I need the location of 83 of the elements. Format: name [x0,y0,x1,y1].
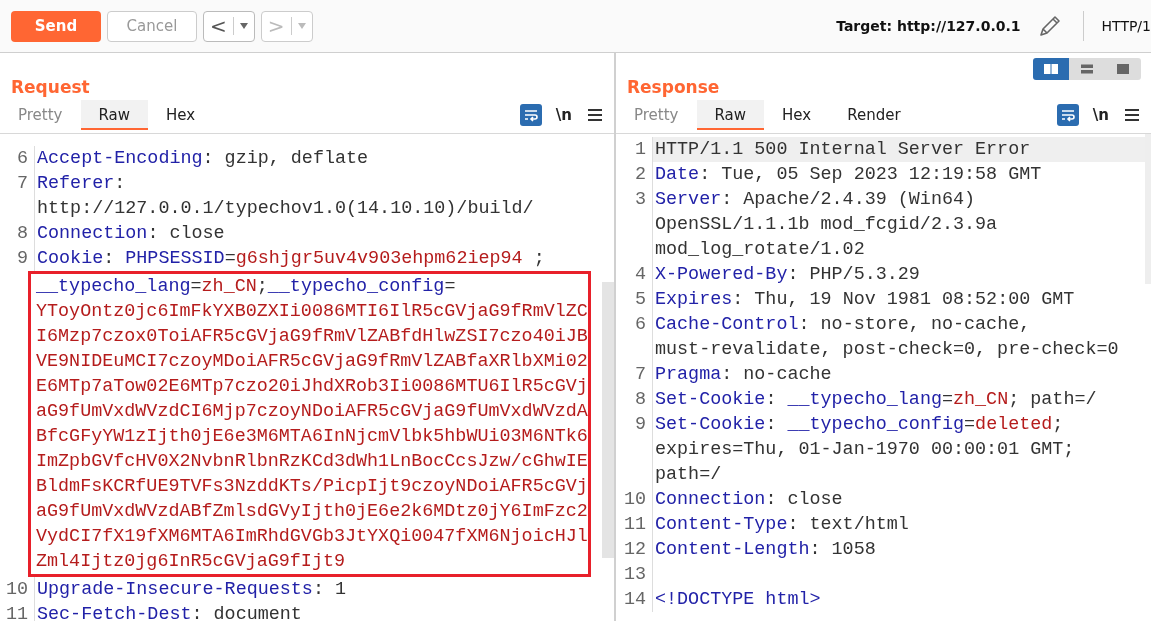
code-line: Content-Type: text/html [652,512,909,537]
line-number: 11 [622,513,647,537]
tab[interactable]: Pretty [616,100,697,130]
tab[interactable]: Pretty [0,100,81,130]
code-line: path=/ [652,462,722,487]
line-number: 14 [622,588,647,612]
columns-layout-icon[interactable] [1043,63,1059,75]
code-line: expires=Thu, 01-Jan-1970 00:00:01 GMT; [652,437,1075,462]
code-line: aG9fUmVxdWVzdABfZmlsdGVyIjth0jE6e2k6MDtz0jY6ImFzc2 [35,501,588,522]
newline-toggle[interactable]: \n [1092,106,1109,124]
line-number: 9 [633,413,647,437]
code-line: Accept-Encoding: gzip, deflate [34,146,369,171]
scrollbar[interactable] [1145,134,1151,284]
rows-layout-icon[interactable] [1079,63,1095,75]
code-line: Upgrade-Insecure-Requests: 1 [34,577,346,602]
code-line: Connection: close [34,221,225,246]
tab[interactable]: Raw [696,100,765,130]
line-number: 13 [622,563,647,587]
scrollbar[interactable] [602,282,614,558]
code-line: Pragma: no-cache [652,362,832,387]
code-line: Zml4Ijtz0jg6InR5cGVjaG9fIjt9 [35,551,345,572]
tab[interactable]: Hex [764,100,830,130]
code-line: Cookie: PHPSESSID=g6shjgr5uv4v903ehpm62iep94 ; [34,246,545,271]
line-number: 3 [633,188,647,212]
code-line: must-revalidate, post-check=0, pre-check=0 [652,337,1119,362]
tab[interactable]: Hex [148,100,214,130]
layout-button[interactable] [1033,58,1069,80]
newline-toggle[interactable]: \n [555,106,572,124]
line-number: 10 [4,578,29,602]
code-line: http://127.0.0.1/typechov1.0(14.10.10)/build/ [34,196,534,221]
code-line: Sec-Fetch-Dest: document [34,602,302,621]
menu-icon[interactable] [1125,108,1139,122]
code-line: Content-Length: 1058 [652,537,876,562]
code-line: Date: Tue, 05 Sep 2023 12:19:58 GMT [652,162,1042,187]
code-line: VE9NIDEuMCI7czoyMDoiAFR5cGVjaG9fRmVlZABfaXRlbXMi02 [35,351,588,372]
line-number: 8 [633,388,647,412]
code-line: Set-Cookie: __typecho_lang=zh_CN; path=/ [652,387,1097,412]
line-number: 5 [633,288,647,312]
code-line: ImZpbGVfcHV0X2NvbnRlbnRzKCd3dWh1LnBocCcsJzw/cGhwIE [35,451,588,472]
caret-icon[interactable] [239,23,248,29]
line-number: 11 [4,603,29,621]
code-line: X-Powered-By: PHP/5.3.29 [652,262,920,287]
code-line: E6MTp7aTow02E6MTp7czo20iJhdXRob3Ii0086MTU6IlR5cGVj [35,376,588,397]
wrap-icon[interactable] [1056,104,1079,126]
code-line: <!DOCTYPE html> [652,587,821,612]
code-line: Server: Apache/2.4.39 (Win64) [652,187,976,212]
code-line: OpenSSL/1.1.1b mod_fcgid/2.3.9a [652,212,998,237]
target-label: Target: http://127.0.0.1 [836,18,1021,34]
code-line: BfcGFyYW1zIjth0jE6e3M6MTA6InNjcmVlbk5hbWUi03M6NTk6 [35,426,588,447]
tab[interactable]: Render [829,100,919,130]
panel-title: Response [627,77,720,97]
line-number: 9 [15,247,29,271]
code-line: mod_log_rotate/1.02 [652,237,865,262]
tab[interactable]: Raw [80,100,149,130]
line-number: 8 [15,222,29,246]
menu-icon[interactable] [588,108,602,122]
panel-title: Request [11,77,90,97]
code-line: VydCI7fX19fXM6MTA6ImRhdGVGb3JtYXQi0047fXM6NjoicHJl [35,526,588,547]
code-line: aG9fUmVxdWVzdCI6Mjp7czoyNDoiAFR5cGVjaG9fUmVxdWVzdA [35,401,588,422]
wrap-icon[interactable] [519,104,542,126]
protocol-label: HTTP/1 [1101,18,1151,34]
layout-button[interactable] [1105,58,1141,80]
code-line: YToyOntz0jc6ImFkYXB0ZXIi0086MTI6IlR5cGVjaG9fRmVlZC [35,301,588,322]
single-layout-icon[interactable] [1115,63,1131,75]
code-line: Cache-Control: no-store, no-cache, [652,312,1031,337]
code-line: Expires: Thu, 19 Nov 1981 08:52:00 GMT [652,287,1075,312]
line-number: 2 [633,163,647,187]
back-button[interactable]: < [203,10,255,42]
line-number: 10 [622,488,647,512]
code-line: Connection: close [652,487,843,512]
line-number: 7 [15,172,29,196]
layout-button[interactable] [1069,58,1105,80]
code-line: BldmFsKCRfUE9TVFs3NzddKTs/PicpIjt9czoyNDoiAFR5cGVj [35,476,588,497]
code-line: I6Mzp7czox0ToiAFR5cGVjaG9fRmVlZABfdHlwZSI7czo40iJB [35,326,588,347]
line-number: 7 [633,363,647,387]
code-line: __typecho_lang=zh_CN;__typecho_config= [35,276,456,297]
line-number: 1 [633,138,647,162]
line-number: 6 [15,147,29,171]
code-line: Set-Cookie: __typecho_config=deleted; [652,412,1064,437]
line-number: 4 [633,263,647,287]
code-line: Referer: [34,171,126,196]
line-number: 6 [633,313,647,337]
line-number: 12 [622,538,647,562]
